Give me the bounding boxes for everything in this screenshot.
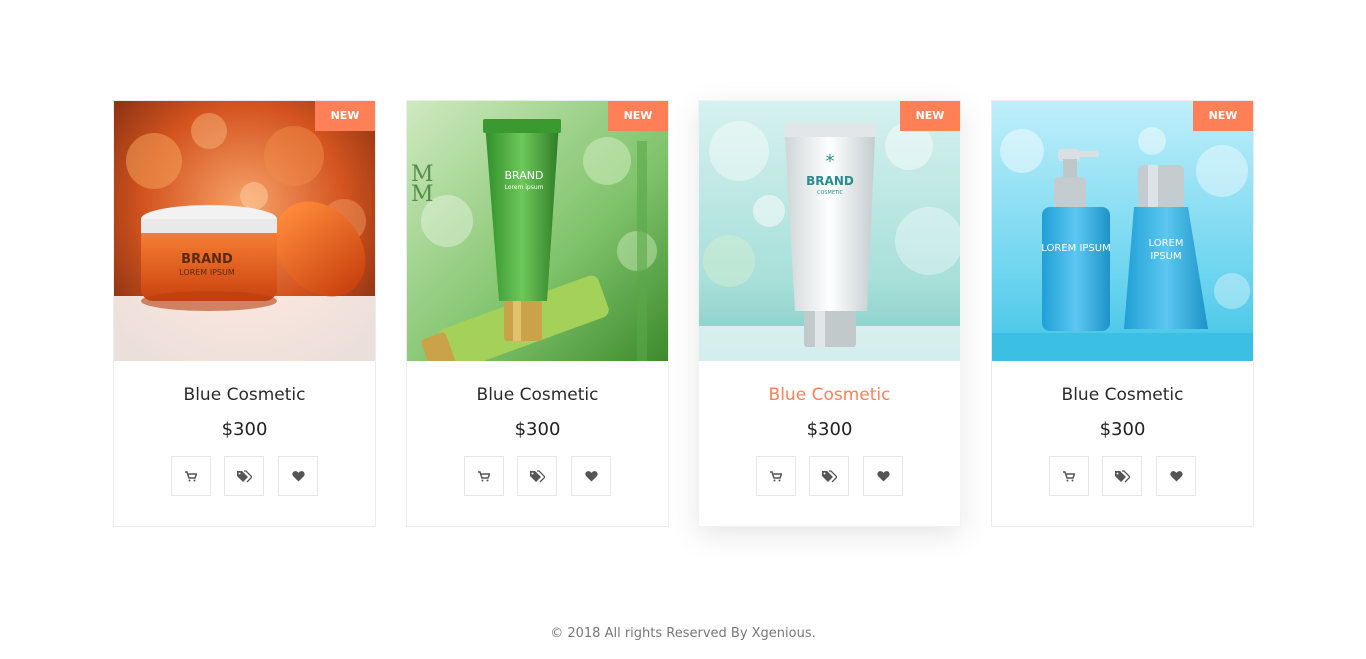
image-brand-text: LOREM IPSUM [1041, 243, 1110, 254]
tags-button[interactable] [1102, 456, 1142, 496]
product-card[interactable]: * BRAND COSMETIC NEW Blue Cosmetic $300 [698, 100, 961, 527]
product-price: $300 [221, 419, 268, 440]
image-brand-text: BRAND [806, 174, 854, 188]
tags-button[interactable] [517, 456, 557, 496]
tags-icon [1115, 469, 1130, 482]
image-sub-text: COSMETIC [817, 190, 844, 196]
product-price: $300 [806, 419, 853, 440]
product-image[interactable]: BRAND LOREM IPSUM [114, 101, 375, 361]
new-badge: NEW [608, 101, 668, 131]
tags-button[interactable] [224, 456, 264, 496]
product-title[interactable]: Blue Cosmetic [699, 385, 960, 405]
new-badge: NEW [315, 101, 375, 131]
product-actions [464, 456, 612, 496]
wishlist-button[interactable] [863, 456, 903, 496]
wishlist-button[interactable] [571, 456, 611, 496]
svg-text:*: * [826, 151, 835, 172]
image-brand-text: BRAND [181, 252, 233, 267]
cart-icon [770, 470, 782, 481]
product-card[interactable]: M M BRAND Lorem ipsum NEW Blue Cosmetic … [406, 100, 669, 527]
add-to-cart-button[interactable] [171, 456, 211, 496]
product-image[interactable]: LOREM IPSUM LOREM IPSUM [992, 101, 1253, 361]
add-to-cart-button[interactable] [1049, 456, 1089, 496]
product-image[interactable]: M M BRAND Lorem ipsum [407, 101, 668, 361]
product-title[interactable]: Blue Cosmetic [407, 385, 668, 405]
image-brand-text: BRAND [505, 169, 544, 182]
product-actions [171, 456, 319, 496]
tags-icon [237, 469, 252, 482]
heart-icon [876, 471, 890, 482]
product-title[interactable]: Blue Cosmetic [114, 385, 375, 405]
wishlist-button[interactable] [278, 456, 318, 496]
cart-icon [1063, 470, 1075, 481]
tags-icon [530, 469, 545, 482]
add-to-cart-button[interactable] [756, 456, 796, 496]
product-grid: BRAND LOREM IPSUM NEW Blue Cosmetic $300 [113, 100, 1254, 527]
cart-icon [478, 470, 490, 481]
image-sub-text: Lorem ipsum [505, 184, 544, 191]
cart-icon [185, 470, 197, 481]
image-sub-text: LOREM IPSUM [179, 268, 235, 277]
tags-button[interactable] [809, 456, 849, 496]
svg-text:M: M [411, 182, 434, 207]
add-to-cart-button[interactable] [464, 456, 504, 496]
product-price: $300 [514, 419, 561, 440]
tags-icon [822, 469, 837, 482]
heart-icon [584, 471, 598, 482]
product-actions [1049, 456, 1197, 496]
product-actions [756, 456, 904, 496]
product-image[interactable]: * BRAND COSMETIC [699, 101, 960, 361]
product-title[interactable]: Blue Cosmetic [992, 385, 1253, 405]
wishlist-button[interactable] [1156, 456, 1196, 496]
new-badge: NEW [1193, 101, 1253, 131]
heart-icon [1169, 471, 1183, 482]
heart-icon [291, 471, 305, 482]
new-badge: NEW [900, 101, 960, 131]
product-card[interactable]: LOREM IPSUM LOREM IPSUM NEW Blue Cosmeti… [991, 100, 1254, 527]
svg-text:IPSUM: IPSUM [1150, 251, 1181, 262]
footer-copyright: © 2018 All rights Reserved By Xgenious. [550, 626, 816, 641]
product-card[interactable]: BRAND LOREM IPSUM NEW Blue Cosmetic $300 [113, 100, 376, 527]
product-price: $300 [1099, 419, 1146, 440]
svg-text:LOREM: LOREM [1149, 238, 1184, 249]
